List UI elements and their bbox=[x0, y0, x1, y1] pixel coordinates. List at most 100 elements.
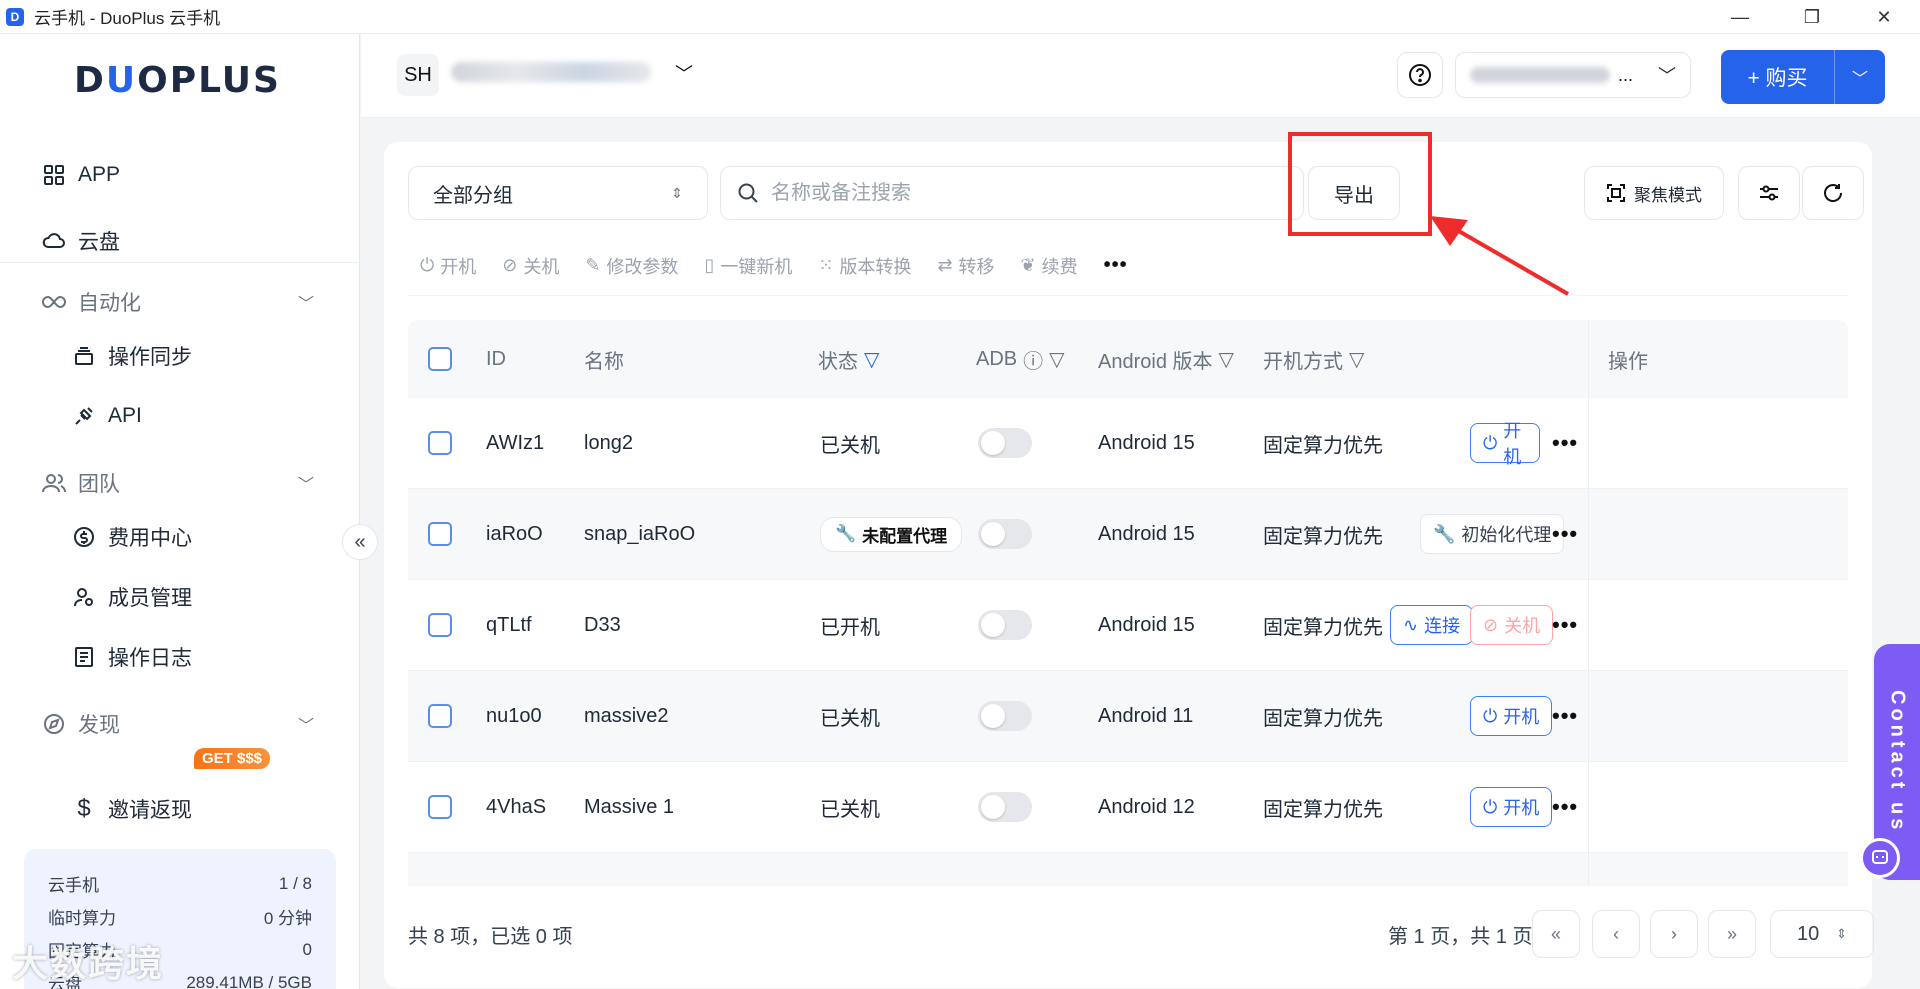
batch-renew-button[interactable]: ❦ 续费 bbox=[1021, 253, 1078, 279]
plug-icon bbox=[72, 404, 96, 428]
next-page-button[interactable]: › bbox=[1650, 910, 1698, 958]
first-page-button[interactable]: « bbox=[1532, 910, 1580, 958]
export-button[interactable]: 导出 bbox=[1308, 166, 1400, 220]
search-input[interactable] bbox=[771, 181, 1251, 205]
adb-toggle[interactable] bbox=[978, 489, 1032, 579]
row-more-button[interactable]: ••• bbox=[1552, 489, 1578, 579]
grid-icon bbox=[42, 163, 66, 187]
table-header: ID 名称 状态 ▽ ADB ⓘ ▽ Android 版本 ▽ 开机方式 ▽ 操作 bbox=[408, 320, 1848, 398]
power-off-button[interactable]: ⊘ 关机 bbox=[1470, 580, 1554, 670]
sidebar-item-operation-log[interactable]: 操作日志 bbox=[0, 637, 360, 677]
search-icon bbox=[738, 183, 758, 203]
quota-row: 云手机 1 / 8 bbox=[48, 873, 312, 896]
user-dropdown[interactable]: ... ﹀ bbox=[1455, 52, 1691, 98]
restore-button[interactable]: ❐ bbox=[1776, 0, 1848, 34]
adb-toggle[interactable] bbox=[978, 398, 1032, 488]
sidebar-item-operation-sync[interactable]: 操作同步 bbox=[0, 336, 360, 376]
focus-mode-button[interactable]: 聚焦模式 bbox=[1584, 166, 1724, 220]
row-boot-mode: 固定算力优先 bbox=[1263, 798, 1383, 821]
buy-button[interactable]: + 购买 bbox=[1721, 50, 1835, 104]
batch-transfer-button[interactable]: ⇄ 转移 bbox=[937, 253, 994, 279]
collapse-sidebar-button[interactable]: « bbox=[342, 524, 378, 560]
wrench-icon: 🔧 bbox=[1433, 523, 1456, 544]
sidebar-group-team[interactable]: 团队 ﹀ bbox=[0, 463, 360, 503]
row-checkbox[interactable] bbox=[428, 853, 452, 886]
last-page-button[interactable]: » bbox=[1708, 910, 1756, 958]
table-row: qTLtf D33 已开机 Android 15 固定算力优先 ∿ 连接 ⊘ 关机 … bbox=[408, 580, 1848, 671]
row-checkbox[interactable] bbox=[428, 671, 452, 761]
page-size-select[interactable]: 10 ⇕ bbox=[1770, 910, 1874, 958]
batch-new-device-button[interactable]: ▯ 一键新机 bbox=[704, 253, 792, 279]
infinity-icon bbox=[42, 290, 66, 314]
row-android-version: Android 15 bbox=[1098, 522, 1195, 545]
adb-toggle[interactable] bbox=[978, 762, 1032, 852]
filter-active-icon[interactable]: ▽ bbox=[864, 347, 879, 372]
row-android-version: Android 11 bbox=[1098, 704, 1194, 727]
sidebar-item-api[interactable]: API bbox=[0, 396, 360, 436]
row-id: qTLtf bbox=[486, 613, 532, 636]
power-on-button[interactable]: ⏻ 开机 bbox=[1470, 671, 1553, 761]
row-checkbox[interactable] bbox=[428, 580, 452, 670]
power-off-icon: ⊘ bbox=[1483, 614, 1499, 635]
sidebar-item-label: 操作同步 bbox=[108, 346, 192, 369]
batch-edit-params-button[interactable]: ✎ 修改参数 bbox=[585, 253, 678, 279]
filter-icon[interactable]: ▽ bbox=[1049, 347, 1064, 372]
row-more-button[interactable]: ••• bbox=[1552, 671, 1578, 761]
row-more-button[interactable]: ••• bbox=[1552, 580, 1578, 670]
power-icon: ⏻ bbox=[1483, 796, 1498, 817]
window-titlebar: D 云手机 - DuoPlus 云手机 — ❐ ✕ bbox=[0, 0, 1920, 34]
chevron-down-icon: ﹀ bbox=[297, 718, 314, 735]
group-select[interactable]: 全部分组 ⇕ bbox=[408, 166, 708, 220]
duoplus-logo[interactable]: DUOPLUS bbox=[74, 60, 281, 101]
avatar[interactable]: SH bbox=[397, 54, 439, 96]
chevron-down-icon: ﹀ bbox=[1658, 66, 1676, 86]
refresh-button[interactable] bbox=[1802, 166, 1864, 220]
column-divider bbox=[1588, 762, 1589, 852]
filter-icon[interactable]: ▽ bbox=[1219, 347, 1234, 372]
row-name: long2 bbox=[584, 431, 633, 454]
filter-settings-button[interactable] bbox=[1738, 166, 1800, 220]
sidebar-group-label: 团队 bbox=[78, 473, 120, 496]
column-divider bbox=[1588, 489, 1589, 579]
sidebar-group-automation[interactable]: 自动化 ﹀ bbox=[0, 282, 360, 322]
row-checkbox[interactable] bbox=[428, 489, 452, 579]
filter-icon[interactable]: ▽ bbox=[1349, 347, 1364, 372]
sidebar-item-billing[interactable]: 费用中心 bbox=[0, 517, 360, 557]
sidebar-item-members[interactable]: 成员管理 bbox=[0, 577, 360, 617]
row-checkbox[interactable] bbox=[428, 762, 452, 852]
buy-dropdown-button[interactable]: ﹀ bbox=[1835, 65, 1885, 89]
select-all-checkbox[interactable] bbox=[428, 320, 452, 398]
power-on-button[interactable]: ⏻ 开机 bbox=[1470, 398, 1540, 488]
more-actions-button[interactable]: ••• bbox=[1104, 254, 1128, 277]
sidebar-item-cloud-disk[interactable]: 云盘 bbox=[0, 221, 360, 261]
get-money-badge: GET $$$ bbox=[194, 748, 271, 769]
batch-power-on-button[interactable]: ⏻ 开机 bbox=[420, 253, 476, 279]
row-checkbox[interactable] bbox=[428, 398, 452, 488]
chat-icon[interactable] bbox=[1860, 838, 1900, 878]
activity-icon: ∿ bbox=[1403, 614, 1419, 635]
help-button[interactable] bbox=[1397, 52, 1443, 98]
adb-toggle[interactable] bbox=[978, 580, 1032, 670]
col-id: ID bbox=[486, 347, 506, 370]
power-on-button[interactable]: ⏻ 开机 bbox=[1470, 762, 1553, 852]
search-box[interactable] bbox=[720, 166, 1304, 220]
minimize-button[interactable]: — bbox=[1704, 0, 1776, 34]
user-email-blurred bbox=[1470, 67, 1610, 83]
row-more-button[interactable]: ••• bbox=[1552, 398, 1578, 488]
account-name-blurred[interactable] bbox=[451, 62, 651, 82]
prev-page-button[interactable]: ‹ bbox=[1592, 910, 1640, 958]
adb-toggle[interactable] bbox=[978, 671, 1032, 761]
init-proxy-button[interactable]: 🔧 初始化代理 bbox=[1420, 489, 1565, 579]
connect-button[interactable]: ∿ 连接 bbox=[1390, 580, 1474, 670]
batch-power-off-button[interactable]: ⊘ 关机 bbox=[502, 253, 559, 279]
row-boot-mode: 固定算力优先 bbox=[1263, 707, 1383, 730]
sidebar-group-discover[interactable]: 发现 ﹀ bbox=[0, 704, 360, 744]
sidebar-item-referral[interactable]: $ 邀请返现 bbox=[0, 789, 360, 829]
batch-version-switch-button[interactable]: ⁙ 版本转换 bbox=[818, 253, 911, 279]
col-status: 状态 ▽ bbox=[818, 347, 880, 373]
row-more-button[interactable]: ••• bbox=[1552, 762, 1578, 852]
chevron-down-icon[interactable]: ﹀ bbox=[675, 60, 693, 86]
info-icon[interactable]: ⓘ bbox=[1023, 345, 1043, 374]
close-button[interactable]: ✕ bbox=[1848, 0, 1920, 34]
sidebar-item-app[interactable]: APP bbox=[0, 155, 360, 195]
